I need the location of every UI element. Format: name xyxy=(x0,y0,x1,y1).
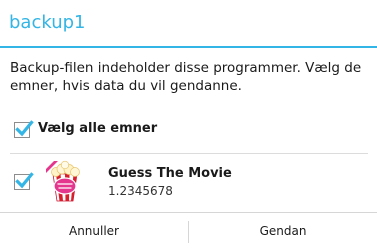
checkmark-icon xyxy=(15,172,34,189)
dialog-message: Backup-filen indeholder disse programmer… xyxy=(10,60,362,94)
restore-button[interactable]: Gendan xyxy=(189,213,377,250)
guess-the-movie-icon xyxy=(46,160,80,202)
dialog-title: backup1 xyxy=(9,12,86,33)
select-all-row[interactable]: Vælg alle emner xyxy=(0,114,377,146)
select-all-label: Vælg alle emner xyxy=(38,121,158,136)
dialog-button-bar: Annuller Gendan xyxy=(0,212,377,250)
select-all-checkbox[interactable] xyxy=(14,120,34,138)
restore-dialog: backup1 Backup-filen indeholder disse pr… xyxy=(0,0,377,250)
app-name: Guess The Movie xyxy=(108,166,232,181)
cancel-button[interactable]: Annuller xyxy=(0,213,188,250)
app-checkbox[interactable] xyxy=(14,172,34,190)
list-item[interactable]: Guess The Movie 1.2345678 xyxy=(0,156,377,206)
checkmark-icon xyxy=(15,120,34,137)
dialog-titlebar: backup1 xyxy=(0,0,377,48)
list-divider xyxy=(10,153,368,154)
app-version: 1.2345678 xyxy=(108,184,173,198)
